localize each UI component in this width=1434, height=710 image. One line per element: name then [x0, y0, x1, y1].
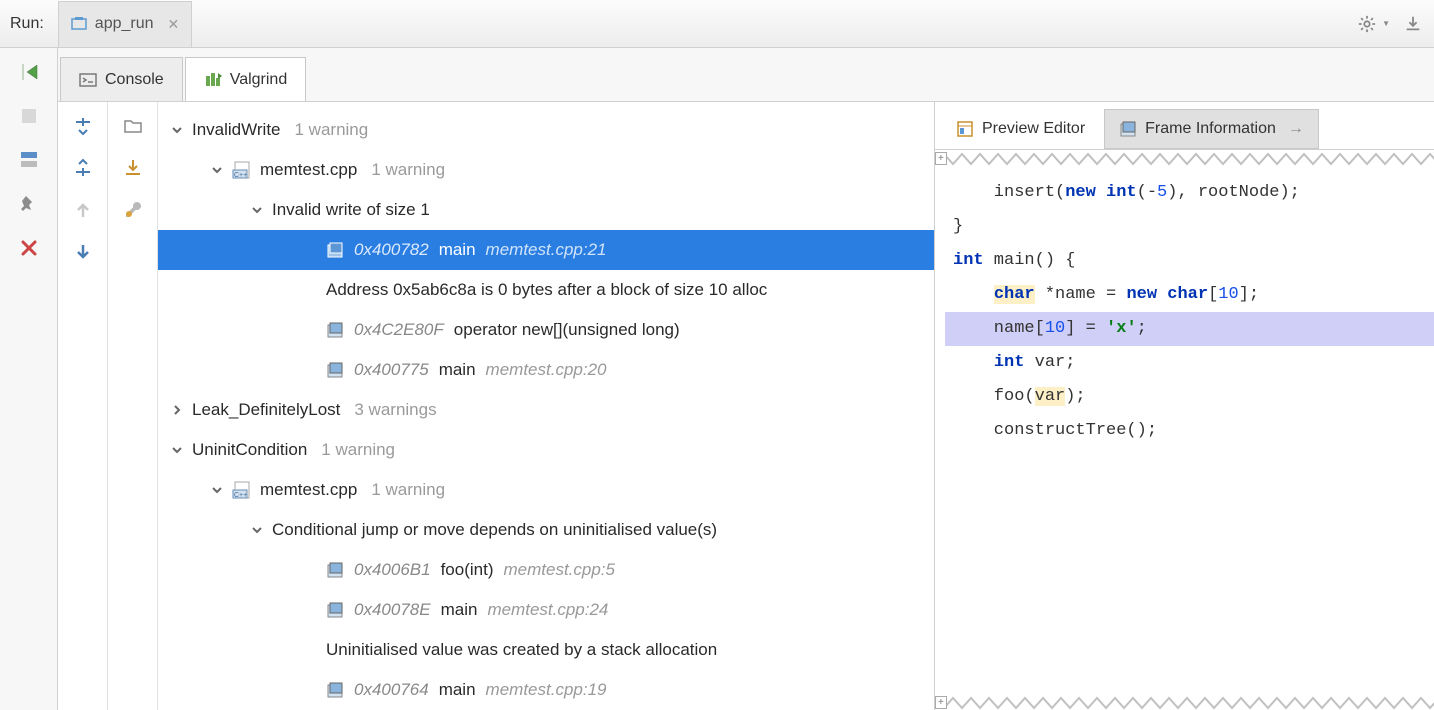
- tree-node-note[interactable]: Address 0x5ab6c8a is 0 bytes after a blo…: [158, 270, 934, 310]
- folder-icon[interactable]: [123, 116, 143, 136]
- arrow-right-icon: →: [1288, 120, 1304, 138]
- run-config-tab[interactable]: app_run ✕: [58, 1, 192, 47]
- stack-frame-icon: [326, 361, 348, 379]
- tree-node-message[interactable]: Invalid write of size 1: [158, 190, 934, 230]
- expand-fold-icon[interactable]: +: [935, 152, 947, 165]
- chevron-down-icon[interactable]: [248, 201, 266, 219]
- tree-node-leak[interactable]: Leak_DefinitelyLost 3 warnings: [158, 390, 934, 430]
- download-icon[interactable]: [1404, 15, 1422, 33]
- tree-node-uninit[interactable]: UninitCondition 1 warning: [158, 430, 934, 470]
- code-preview[interactable]: insert(new int(-5), rootNode); } int mai…: [935, 166, 1434, 694]
- tree-node-note[interactable]: Uninitialised value was created by a sta…: [158, 630, 934, 670]
- tab-console-label: Console: [105, 71, 164, 89]
- chevron-down-icon[interactable]: [248, 521, 266, 539]
- tree-node-file[interactable]: C++ memtest.cpp 1 warning: [158, 150, 934, 190]
- chevron-down-icon[interactable]: [208, 161, 226, 179]
- rerun-icon[interactable]: [19, 62, 39, 82]
- cpp-file-icon: C++: [232, 481, 254, 499]
- stop-icon[interactable]: [19, 106, 39, 126]
- chevron-right-icon[interactable]: [168, 401, 186, 419]
- tab-console[interactable]: Console: [60, 57, 183, 101]
- tree-node-frame[interactable]: 0x4006B1 foo(int) memtest.cpp:5: [158, 550, 934, 590]
- tree-toolbar-2: [108, 102, 158, 710]
- tree-node-frame[interactable]: 0x4C2E80F operator new[](unsigned long): [158, 310, 934, 350]
- up-arrow-icon[interactable]: [73, 200, 93, 220]
- window-title-bar: Run: app_run ✕ ▼: [0, 0, 1434, 48]
- collapsed-region-top: [935, 150, 1434, 166]
- cpp-file-icon: C++: [232, 161, 254, 179]
- tree-toolbar-1: [58, 102, 108, 710]
- run-label: Run:: [10, 15, 44, 33]
- stack-frame-icon: [326, 321, 348, 339]
- tab-preview-editor[interactable]: Preview Editor: [941, 109, 1100, 149]
- tree-node-frame[interactable]: 0x400764 main memtest.cpp:19: [158, 670, 934, 710]
- tree-node-file[interactable]: C++ memtest.cpp 1 warning: [158, 470, 934, 510]
- svg-text:C++: C++: [234, 172, 247, 179]
- app-icon: [71, 16, 87, 32]
- stack-frame-icon: [326, 601, 348, 619]
- tab-preview-label: Preview Editor: [982, 120, 1085, 138]
- down-arrow-icon[interactable]: [73, 242, 93, 262]
- close-panel-icon[interactable]: [19, 238, 39, 258]
- tool-tabs: Console Valgrind: [58, 48, 1434, 102]
- tree-node-frame[interactable]: 0x400775 main memtest.cpp:20: [158, 350, 934, 390]
- stack-frame-icon: [326, 681, 348, 699]
- chevron-down-icon[interactable]: [208, 481, 226, 499]
- tree-node-message[interactable]: Conditional jump or move depends on unin…: [158, 510, 934, 550]
- chevron-down-icon[interactable]: [168, 121, 186, 139]
- pin-icon[interactable]: [19, 194, 39, 214]
- tab-frame-info[interactable]: Frame Information →: [1104, 109, 1319, 149]
- dropdown-caret-icon[interactable]: ▼: [1382, 19, 1390, 28]
- tab-valgrind[interactable]: Valgrind: [185, 57, 307, 101]
- gear-icon[interactable]: [1358, 15, 1376, 33]
- svg-text:C++: C++: [234, 492, 247, 499]
- run-config-title: app_run: [95, 15, 154, 33]
- tree-node-invalidwrite[interactable]: InvalidWrite 1 warning: [158, 110, 934, 150]
- chevron-down-icon[interactable]: [168, 441, 186, 459]
- tree-node-frame-selected[interactable]: 0x400782 main memtest.cpp:21: [158, 230, 934, 270]
- collapse-all-icon[interactable]: [73, 158, 93, 178]
- run-toolbar: [0, 48, 58, 710]
- preview-panel: Preview Editor Frame Information → + ins…: [934, 102, 1434, 710]
- expand-all-icon[interactable]: [73, 116, 93, 136]
- collapsed-region-bottom: [935, 694, 1434, 710]
- tab-valgrind-label: Valgrind: [230, 71, 288, 89]
- tab-frame-info-label: Frame Information: [1145, 120, 1276, 138]
- stack-frame-icon: [326, 561, 348, 579]
- export-icon[interactable]: [123, 158, 143, 178]
- layout-icon[interactable]: [19, 150, 39, 170]
- close-icon[interactable]: ✕: [168, 16, 180, 33]
- stack-frame-icon: [326, 241, 348, 259]
- tree-node-frame[interactable]: 0x40078E main memtest.cpp:24: [158, 590, 934, 630]
- valgrind-tree: InvalidWrite 1 warning C++ memtest.cpp 1…: [158, 102, 934, 710]
- expand-fold-icon[interactable]: +: [935, 696, 947, 709]
- settings-wrench-icon[interactable]: [123, 200, 143, 220]
